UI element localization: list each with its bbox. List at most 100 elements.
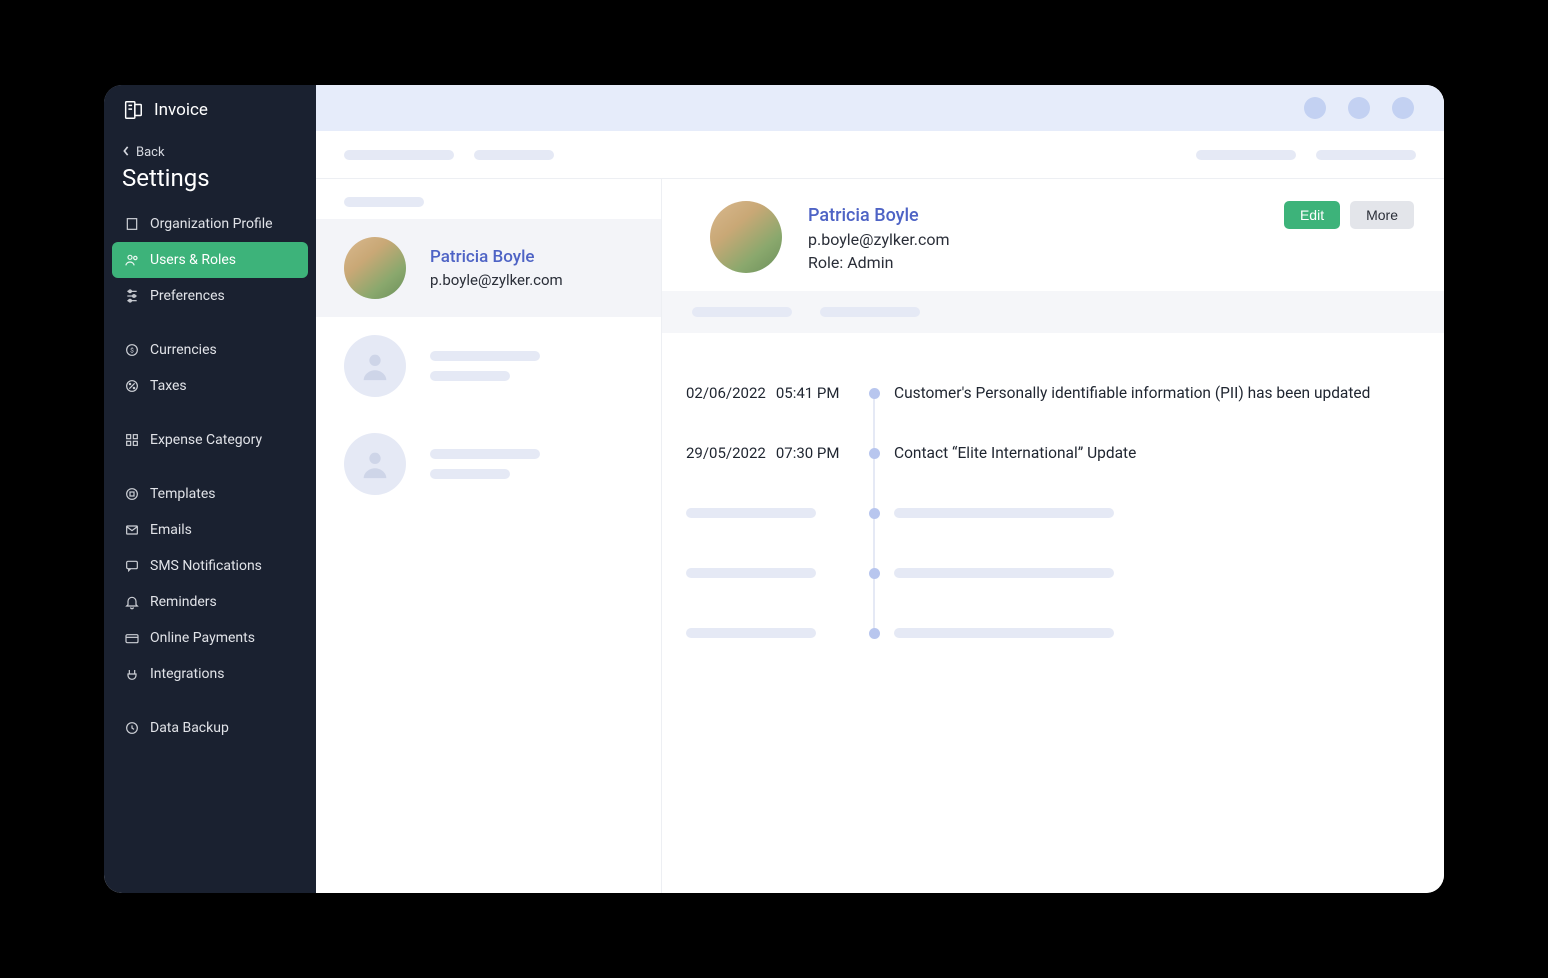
nav-online-payments[interactable]: Online Payments xyxy=(112,620,308,656)
breadcrumb-placeholder xyxy=(474,150,554,160)
sidebar: Invoice Back Settings Organization Profi… xyxy=(104,85,316,893)
nav-label: Preferences xyxy=(150,288,225,304)
timeline-item-placeholder xyxy=(686,603,1414,663)
nav-label: Reminders xyxy=(150,594,217,610)
main: Patricia Boyle p.boyle@zylker.com xyxy=(316,85,1444,893)
breadcrumb-placeholder xyxy=(344,150,454,160)
nav-currencies[interactable]: $ Currencies xyxy=(112,332,308,368)
nav-sms-notifications[interactable]: SMS Notifications xyxy=(112,548,308,584)
list-title-placeholder xyxy=(344,197,424,207)
svg-text:$: $ xyxy=(130,347,134,355)
app-window: Invoice Back Settings Organization Profi… xyxy=(104,85,1444,893)
nav-preferences[interactable]: Preferences xyxy=(112,278,308,314)
topbar-action-2[interactable] xyxy=(1348,97,1370,119)
date-placeholder xyxy=(686,568,816,578)
timeline-item-placeholder xyxy=(686,483,1414,543)
nav-label: Expense Category xyxy=(150,432,262,448)
more-button[interactable]: More xyxy=(1350,201,1414,229)
nav-label: Currencies xyxy=(150,342,217,358)
topbar-action-3[interactable] xyxy=(1392,97,1414,119)
text-placeholder xyxy=(894,508,1114,518)
nav-integrations[interactable]: Integrations xyxy=(112,656,308,692)
nav-label: Integrations xyxy=(150,666,224,682)
plug-icon xyxy=(124,666,140,682)
timeline-date: 29/05/2022 xyxy=(686,444,766,462)
back-label: Back xyxy=(136,145,165,160)
tab-placeholder[interactable] xyxy=(820,307,920,317)
timeline-date: 02/06/2022 xyxy=(686,384,766,402)
tab-placeholder[interactable] xyxy=(692,307,792,317)
nav-organization-profile[interactable]: Organization Profile xyxy=(112,206,308,242)
timeline-item: 02/06/2022 05:41 PM Customer's Personall… xyxy=(686,363,1414,423)
nav-taxes[interactable]: Taxes xyxy=(112,368,308,404)
user-name-placeholder xyxy=(430,351,540,361)
avatar xyxy=(710,201,782,273)
nav-data-backup[interactable]: Data Backup xyxy=(112,710,308,746)
avatar-placeholder xyxy=(344,433,406,495)
timeline-item-placeholder xyxy=(686,543,1414,603)
nav-emails[interactable]: Emails xyxy=(112,512,308,548)
date-placeholder xyxy=(686,508,816,518)
user-list-header xyxy=(316,179,661,219)
subheader xyxy=(316,131,1444,179)
timeline-time: 07:30 PM xyxy=(776,444,840,462)
building-icon xyxy=(124,216,140,232)
percent-icon xyxy=(124,378,140,394)
nav-templates[interactable]: Templates xyxy=(112,476,308,512)
nav-users-roles[interactable]: Users & Roles xyxy=(112,242,308,278)
timeline-text: Customer's Personally identifiable infor… xyxy=(894,384,1414,402)
avatar-placeholder xyxy=(344,335,406,397)
user-row[interactable] xyxy=(316,317,661,415)
back-link[interactable]: Back xyxy=(104,135,316,160)
chevron-left-icon xyxy=(122,145,130,160)
timeline-time: 05:41 PM xyxy=(776,384,840,402)
brand: Invoice xyxy=(104,85,316,135)
edit-button[interactable]: Edit xyxy=(1284,201,1340,229)
text-placeholder xyxy=(894,628,1114,638)
settings-nav: Organization Profile Users & Roles Prefe… xyxy=(104,206,316,746)
currency-icon: $ xyxy=(124,342,140,358)
user-detail: Patricia Boyle p.boyle@zylker.com Role: … xyxy=(662,179,1444,893)
timeline-dot-icon xyxy=(869,568,880,579)
avatar xyxy=(344,237,406,299)
category-icon xyxy=(124,432,140,448)
timeline-item: 29/05/2022 07:30 PM Contact “Elite Inter… xyxy=(686,423,1414,483)
date-placeholder xyxy=(686,628,816,638)
sliders-icon xyxy=(124,288,140,304)
user-email-placeholder xyxy=(430,371,510,381)
sms-icon xyxy=(124,558,140,574)
detail-email: p.boyle@zylker.com xyxy=(808,230,1258,249)
user-list: Patricia Boyle p.boyle@zylker.com xyxy=(316,179,662,893)
user-row-selected[interactable]: Patricia Boyle p.boyle@zylker.com xyxy=(316,219,661,317)
nav-reminders[interactable]: Reminders xyxy=(112,584,308,620)
topbar xyxy=(316,85,1444,131)
detail-tabs xyxy=(662,291,1444,333)
mail-icon xyxy=(124,522,140,538)
nav-label: Organization Profile xyxy=(150,216,273,232)
user-email: p.boyle@zylker.com xyxy=(430,271,563,289)
template-icon xyxy=(124,486,140,502)
nav-label: SMS Notifications xyxy=(150,558,262,574)
detail-role: Role: Admin xyxy=(808,253,1258,272)
detail-name: Patricia Boyle xyxy=(808,205,1258,226)
nav-label: Online Payments xyxy=(150,630,255,646)
nav-label: Templates xyxy=(150,486,216,502)
nav-label: Taxes xyxy=(150,378,187,394)
topbar-action-1[interactable] xyxy=(1304,97,1326,119)
action-placeholder xyxy=(1196,150,1296,160)
text-placeholder xyxy=(894,568,1114,578)
nav-label: Emails xyxy=(150,522,192,538)
nav-label: Users & Roles xyxy=(150,252,236,268)
user-name-placeholder xyxy=(430,449,540,459)
user-row[interactable] xyxy=(316,415,661,513)
backup-icon xyxy=(124,720,140,736)
nav-label: Data Backup xyxy=(150,720,229,736)
content: Patricia Boyle p.boyle@zylker.com xyxy=(316,179,1444,893)
user-email-placeholder xyxy=(430,469,510,479)
action-placeholder xyxy=(1316,150,1416,160)
nav-expense-category[interactable]: Expense Category xyxy=(112,422,308,458)
users-icon xyxy=(124,252,140,268)
settings-title: Settings xyxy=(104,160,316,206)
timeline-dot-icon xyxy=(869,628,880,639)
bell-icon xyxy=(124,594,140,610)
